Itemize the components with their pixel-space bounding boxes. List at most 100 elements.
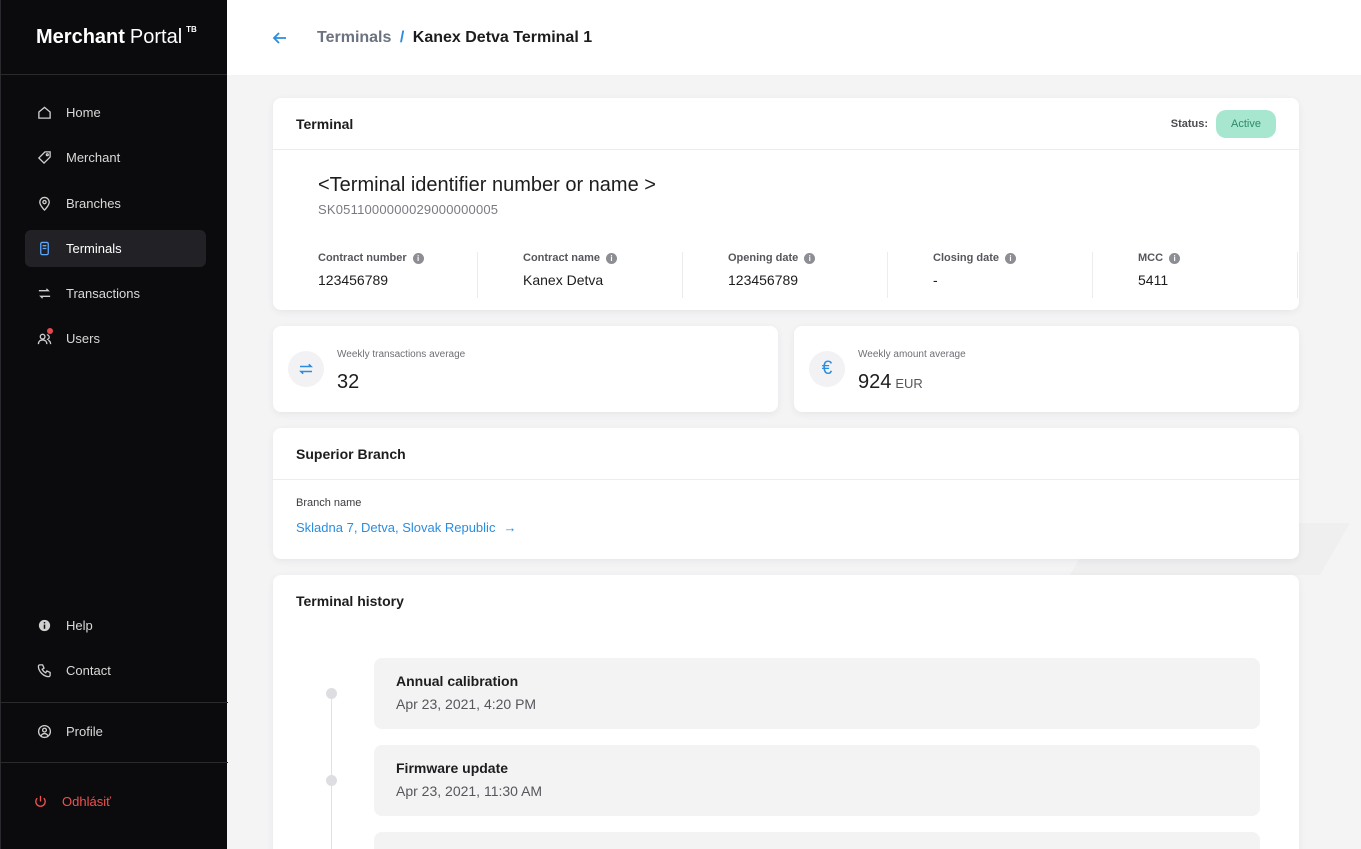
kpi-number: 32 bbox=[337, 371, 360, 393]
info-icon[interactable]: i bbox=[1169, 252, 1181, 264]
brand-logo[interactable]: Merchant Portal TB bbox=[1, 0, 227, 75]
terminal-id: SK0511000000029000000005 bbox=[318, 202, 499, 217]
terminal-history-card: Terminal history Annual calibration Apr … bbox=[273, 575, 1299, 849]
field-label: Contract name bbox=[523, 252, 601, 264]
terminal-card-header: Terminal Status: Active bbox=[273, 98, 1299, 150]
home-icon bbox=[36, 105, 52, 121]
nav-label: Home bbox=[66, 105, 101, 120]
nav-label: Help bbox=[66, 618, 93, 633]
info-icon[interactable]: i bbox=[606, 252, 618, 264]
divider bbox=[1, 762, 228, 763]
support-nav: Help Contact bbox=[25, 607, 206, 698]
transfer-icon bbox=[36, 286, 52, 302]
kpi-number: 924 bbox=[858, 371, 892, 393]
event-title: Firmware update bbox=[396, 760, 509, 776]
nav-item-users[interactable]: Users bbox=[25, 320, 206, 357]
breadcrumb-terminals-link[interactable]: Terminals bbox=[317, 29, 391, 46]
terminal-fields: Contract number i 123456789 Contract name… bbox=[318, 252, 1298, 298]
history-event[interactable]: Firmware update Apr 23, 2021, 11:30 AM bbox=[374, 745, 1260, 816]
nav-item-help[interactable]: Help bbox=[25, 607, 206, 644]
notification-dot bbox=[47, 328, 53, 335]
arrow-right-icon: → bbox=[503, 520, 517, 535]
page-header: Terminals / Kanex Detva Terminal 1 bbox=[227, 0, 1361, 75]
field-closing-date: Closing date i - bbox=[888, 252, 1093, 298]
nav-label: Users bbox=[66, 331, 100, 347]
back-arrow-icon[interactable] bbox=[271, 28, 291, 48]
branch-link[interactable]: Skladna 7, Detva, Slovak Republic → bbox=[296, 520, 516, 535]
status: Status: Active bbox=[1170, 109, 1276, 138]
brand-bold: Merchant bbox=[36, 25, 125, 48]
sidebar: Merchant Portal TB Home Merchant Branche… bbox=[0, 0, 228, 849]
timeline-dot bbox=[326, 688, 337, 699]
help-icon bbox=[36, 618, 52, 634]
event-time: Apr 23, 2021, 11:30 AM bbox=[396, 783, 543, 799]
nav-item-terminals[interactable]: Terminals bbox=[25, 229, 206, 267]
field-contract-number: Contract number i 123456789 bbox=[318, 252, 478, 298]
kpi-weekly-amount: € Weekly amount average 924 EUR bbox=[794, 326, 1299, 412]
breadcrumb-separator: / bbox=[399, 28, 405, 46]
nav-item-home[interactable]: Home bbox=[25, 94, 206, 131]
card-title: Terminal history bbox=[296, 593, 404, 609]
kpi-weekly-transactions: Weekly transactions average 32 bbox=[273, 326, 778, 412]
field-value: - bbox=[933, 272, 938, 288]
history-event-partial[interactable] bbox=[374, 832, 1260, 849]
field-label: Contract number bbox=[318, 252, 407, 264]
breadcrumb: Terminals / Kanex Detva Terminal 1 bbox=[317, 29, 592, 47]
nav-label: Odhlásiť bbox=[62, 794, 111, 809]
branch-name: Skladna 7, Detva, Slovak Republic bbox=[296, 520, 496, 535]
breadcrumb-current: Kanex Detva Terminal 1 bbox=[412, 28, 593, 46]
nav-item-profile[interactable]: Profile bbox=[25, 713, 206, 750]
main-nav: Home Merchant Branches Terminals Transac… bbox=[25, 94, 206, 366]
nav-label: Profile bbox=[66, 724, 103, 739]
profile-icon bbox=[36, 724, 52, 740]
card-title: Terminal bbox=[296, 115, 354, 132]
divider bbox=[1, 702, 228, 703]
history-event[interactable]: Annual calibration Apr 23, 2021, 4:20 PM bbox=[374, 658, 1260, 729]
tag-icon bbox=[36, 150, 52, 166]
branch-label: Branch name bbox=[296, 497, 362, 509]
field-label: MCC bbox=[1138, 252, 1164, 264]
nav-item-merchant[interactable]: Merchant bbox=[25, 139, 206, 176]
nav-label: Terminals bbox=[66, 240, 122, 256]
branch-card-header: Superior Branch bbox=[273, 428, 1299, 480]
kpi-value: 32 bbox=[337, 371, 359, 394]
nav-item-branches[interactable]: Branches bbox=[25, 185, 206, 222]
timeline-dot bbox=[326, 775, 337, 786]
info-icon[interactable]: i bbox=[1005, 252, 1017, 264]
nav-item-contact[interactable]: Contact bbox=[25, 652, 206, 689]
nav-item-transactions[interactable]: Transactions bbox=[25, 275, 206, 312]
timeline-line bbox=[331, 693, 332, 849]
event-time: Apr 23, 2021, 4:20 PM bbox=[396, 696, 537, 712]
field-value: 123456789 bbox=[728, 272, 799, 288]
kpi-value: 924 EUR bbox=[858, 371, 923, 394]
map-pin-icon bbox=[36, 195, 52, 211]
field-contract-name: Contract name i Kanex Detva bbox=[478, 252, 683, 298]
power-icon bbox=[32, 794, 48, 810]
logout-button[interactable]: Odhlásiť bbox=[21, 783, 202, 820]
brand-sup: TB bbox=[186, 24, 197, 34]
kpi-label: Weekly transactions average bbox=[337, 349, 466, 360]
logout-nav: Odhlásiť bbox=[21, 783, 202, 828]
field-opening-date: Opening date i 123456789 bbox=[683, 252, 888, 298]
transfer-icon bbox=[288, 351, 324, 387]
info-icon[interactable]: i bbox=[804, 252, 816, 264]
terminal-name: <Terminal identifier number or name > bbox=[318, 174, 656, 196]
nav-label: Transactions bbox=[66, 286, 140, 302]
nav-label: Branches bbox=[66, 195, 121, 211]
euro-icon: € bbox=[809, 351, 845, 387]
nav-label: Merchant bbox=[66, 150, 121, 166]
status-label: Status: bbox=[1170, 117, 1209, 130]
terminal-icon bbox=[36, 240, 52, 256]
info-icon[interactable]: i bbox=[412, 252, 424, 264]
field-mcc: MCC i 5411 bbox=[1093, 252, 1298, 298]
phone-icon bbox=[36, 663, 52, 679]
field-value: 123456789 bbox=[318, 272, 389, 288]
terminal-card: Terminal Status: Active <Terminal identi… bbox=[273, 98, 1299, 310]
status-badge: Active bbox=[1216, 109, 1276, 138]
field-label: Closing date bbox=[933, 252, 1000, 264]
event-title: Annual calibration bbox=[396, 673, 519, 689]
field-label: Opening date bbox=[728, 252, 799, 264]
card-title: Superior Branch bbox=[296, 445, 406, 462]
field-value: Kanex Detva bbox=[523, 272, 604, 288]
field-value: 5411 bbox=[1138, 272, 1169, 288]
